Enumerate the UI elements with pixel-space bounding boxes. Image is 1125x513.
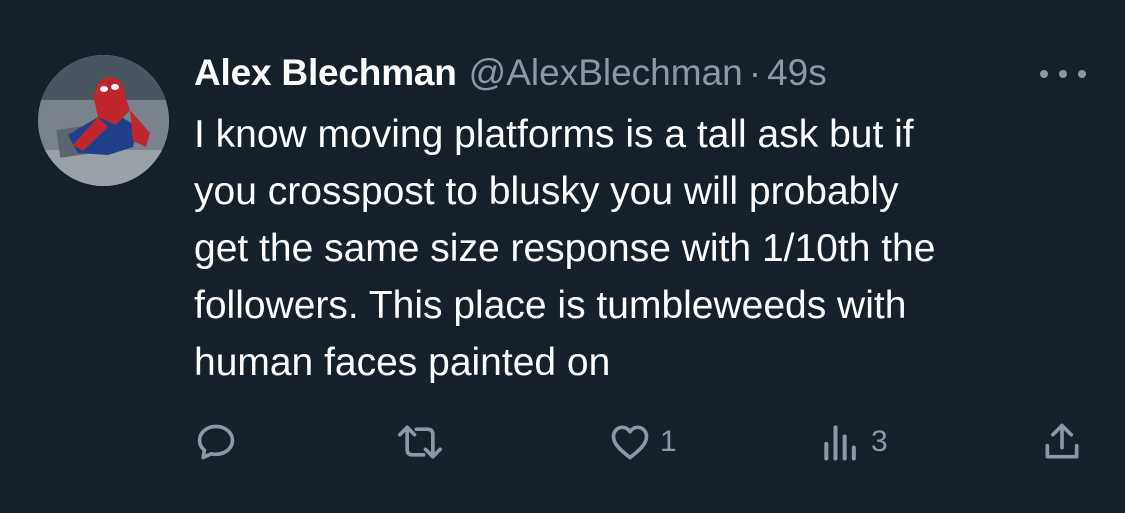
heart-icon (611, 425, 649, 460)
reply-button[interactable] (194, 420, 238, 464)
tweet-content: Alex Blechman @AlexBlechman · 49s I know… (194, 52, 1094, 391)
retweet-icon (398, 425, 442, 459)
more-dot (1059, 70, 1067, 78)
more-dot (1040, 70, 1048, 78)
display-name[interactable]: Alex Blechman (194, 52, 457, 94)
more-dot (1078, 70, 1086, 78)
tweet-header: Alex Blechman @AlexBlechman · 49s (194, 52, 1094, 100)
retweet-button[interactable] (394, 420, 446, 464)
user-handle[interactable]: @AlexBlechman (469, 52, 743, 94)
views-button[interactable]: 3 (819, 420, 888, 464)
share-button[interactable] (1040, 420, 1084, 464)
reply-icon (197, 424, 235, 460)
views-count: 3 (871, 425, 888, 458)
share-icon (1045, 423, 1079, 459)
timestamp[interactable]: 49s (767, 52, 827, 94)
more-options-icon[interactable] (1040, 64, 1086, 84)
like-count: 1 (660, 425, 677, 458)
tweet-text: I know moving platforms is a tall ask bu… (194, 113, 936, 384)
tweet-actions: 1 3 (194, 420, 1094, 470)
tweet[interactable]: Alex Blechman @AlexBlechman · 49s I know… (0, 0, 1125, 513)
avatar[interactable] (38, 55, 169, 186)
views-icon (824, 425, 856, 461)
avatar-image (38, 55, 169, 186)
separator-dot: · (748, 52, 762, 93)
like-button[interactable]: 1 (608, 420, 677, 464)
